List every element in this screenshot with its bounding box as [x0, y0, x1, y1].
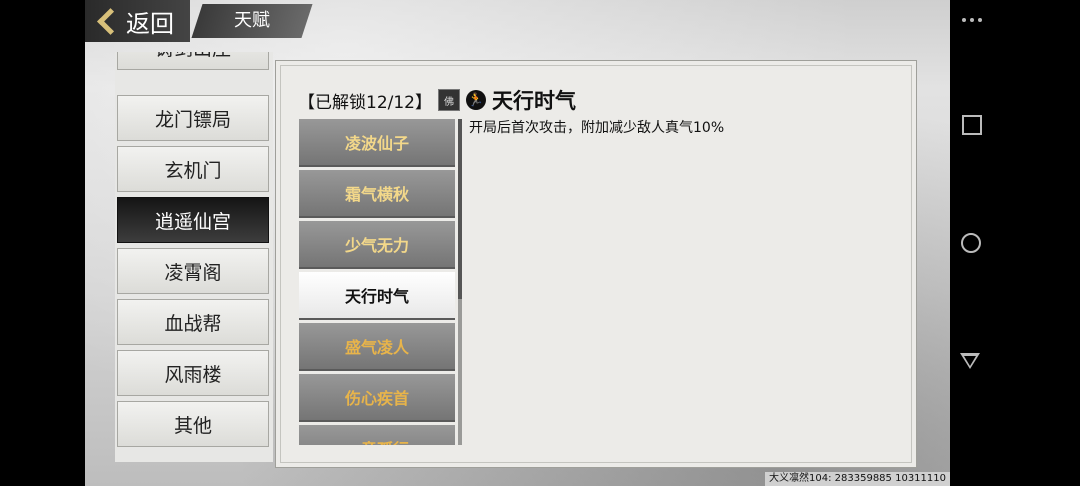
tab-talent-label: 天赋 [234, 10, 270, 31]
sect-item-zhujian[interactable]: 铸剑山庄 [117, 52, 269, 70]
sect-item-xuanji[interactable]: 玄机门 [117, 146, 269, 192]
talent-panel: 【已解锁12/12】 佛 🏃 天行时气 凌波仙子 霜气横秋 少气无力 天行时气 … [275, 60, 917, 468]
more-icon[interactable] [962, 18, 984, 22]
sect-list: 铸剑山庄 龙门镖局 玄机门 逍遥仙宫 凌霄阁 血战帮 风雨楼 其他 [115, 52, 273, 462]
talent-description: 开局后首次攻击，附加减少敌人真气10% [469, 120, 725, 136]
top-bar: 返回 天赋 [85, 0, 950, 46]
talent-item[interactable]: 凌波仙子 [299, 119, 455, 167]
sect-item-lingxiao[interactable]: 凌霄阁 [117, 248, 269, 294]
sect-badge-icon: 佛 [438, 89, 460, 111]
unlock-count: 【已解锁12/12】 [298, 92, 432, 113]
home-icon[interactable] [961, 233, 981, 253]
tab-talent[interactable]: 天赋 [191, 4, 313, 38]
talent-header: 【已解锁12/12】 佛 🏃 天行时气 [298, 85, 576, 115]
back-icon[interactable] [960, 353, 980, 369]
back-button[interactable]: 返回 [85, 0, 190, 42]
talent-item[interactable]: 少气无力 [299, 221, 455, 269]
scrollbar-thumb[interactable] [458, 119, 462, 299]
sect-item-xuezhan[interactable]: 血战帮 [117, 299, 269, 345]
talent-item[interactable]: 一意孤行 [299, 425, 455, 445]
talent-scrollbar[interactable] [458, 119, 462, 445]
recent-apps-icon[interactable] [962, 115, 982, 135]
talent-item[interactable]: 盛气凌人 [299, 323, 455, 371]
android-navbar [950, 0, 1080, 486]
sect-item-longmen[interactable]: 龙门镖局 [117, 95, 269, 141]
talent-list: 凌波仙子 霜气横秋 少气无力 天行时气 盛气凌人 伤心疾首 一意孤行 [299, 119, 457, 445]
game-screen: 返回 天赋 铸剑山庄 龙门镖局 玄机门 逍遥仙宫 凌霄阁 血战帮 风雨楼 其他 … [85, 0, 950, 486]
chevron-left-icon [97, 7, 124, 35]
sect-item-xiaoyao[interactable]: 逍遥仙宫 [117, 197, 269, 243]
watermark: 大义凛然104: 283359885 10311110 [765, 472, 950, 486]
selected-talent-title: 天行时气 [492, 89, 576, 113]
sect-item-other[interactable]: 其他 [117, 401, 269, 447]
running-figure-icon: 🏃 [466, 90, 486, 110]
talent-item-selected[interactable]: 天行时气 [299, 272, 455, 320]
talent-item[interactable]: 霜气横秋 [299, 170, 455, 218]
back-label: 返回 [126, 9, 174, 38]
talent-item[interactable]: 伤心疾首 [299, 374, 455, 422]
sect-item-fengyu[interactable]: 风雨楼 [117, 350, 269, 396]
